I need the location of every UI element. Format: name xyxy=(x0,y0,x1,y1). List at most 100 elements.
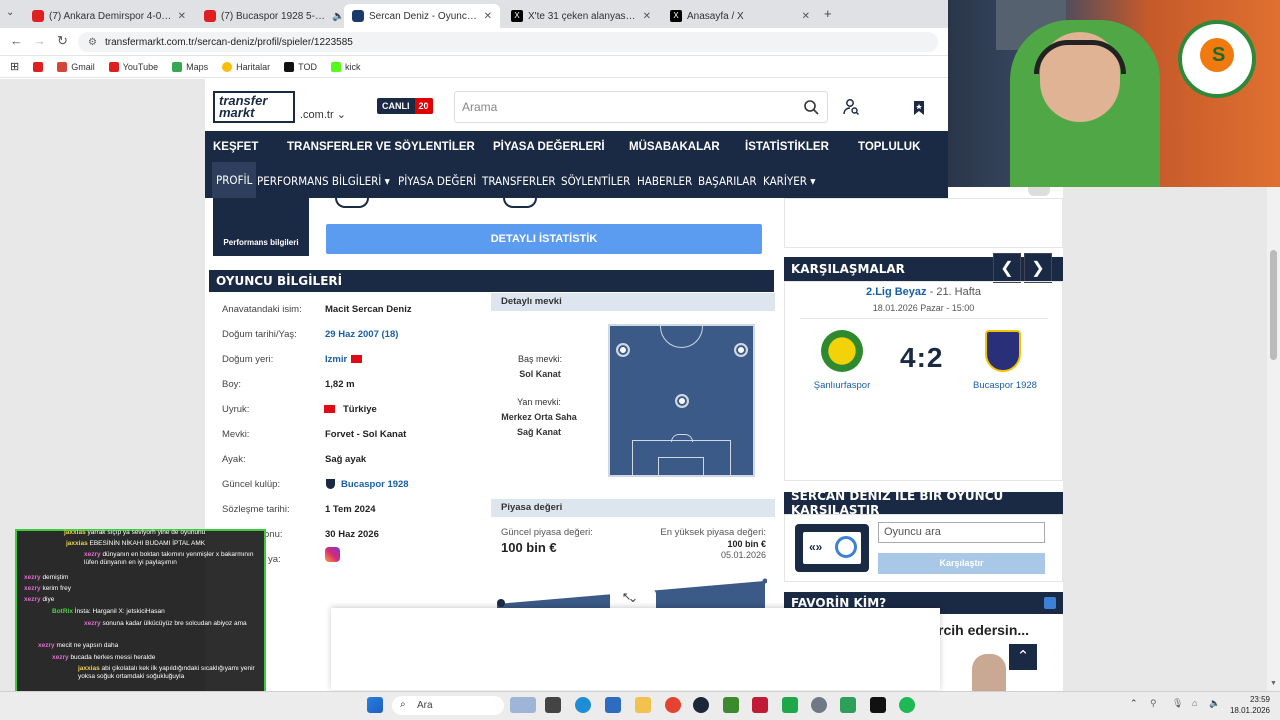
browser-tab[interactable]: X X'te 31 çeken alanyaspor: "@al ✕ xyxy=(503,4,659,28)
nav-topluluk[interactable]: TOPLULUK xyxy=(858,141,920,153)
tab-search-icon[interactable]: ⌄ xyxy=(6,7,14,18)
youtube-icon xyxy=(204,10,216,22)
reload-icon[interactable]: ↻ xyxy=(57,33,68,49)
close-icon[interactable]: ✕ xyxy=(484,11,492,22)
subnav-transferler[interactable]: TRANSFERLER xyxy=(482,174,556,188)
store-icon[interactable] xyxy=(605,697,621,713)
browser-tab[interactable]: (7) Bucaspor 1928 5-0 Kara 🔈 ✕ xyxy=(196,4,366,28)
instagram-icon[interactable] xyxy=(325,547,340,562)
info-label: ya: xyxy=(268,554,281,565)
minecraft-icon[interactable] xyxy=(723,697,739,713)
tab-title: (7) Bucaspor 1928 5-0 Kara xyxy=(221,10,327,22)
performance-card[interactable]: Performans bilgileri xyxy=(213,198,309,256)
birthdate-link[interactable]: 29 Haz 2007 (18) xyxy=(325,329,398,340)
transfermarkt-logo[interactable]: transfer markt xyxy=(213,91,295,123)
subnav-basarilar[interactable]: BAŞARILAR xyxy=(698,174,757,188)
side-position-value: Sağ Kanat xyxy=(516,427,561,437)
settings-icon[interactable] xyxy=(811,697,827,713)
search-input[interactable]: Arama xyxy=(454,91,828,123)
pin-icon xyxy=(222,61,233,72)
scroll-down-icon[interactable]: ▼ xyxy=(1270,680,1277,687)
domain-selector[interactable]: .com.tr ⌄ xyxy=(300,108,346,121)
spotify-icon[interactable] xyxy=(899,697,915,713)
away-team-link[interactable]: Bucaspor 1928 xyxy=(960,380,1050,391)
site-info-icon[interactable]: ⚙ xyxy=(88,37,97,48)
task-view-icon[interactable] xyxy=(545,697,561,713)
detailed-stats-button[interactable]: DETAYLI İSTATİSTİK xyxy=(326,224,762,254)
close-icon[interactable]: ✕ xyxy=(178,11,186,22)
chrome-icon[interactable] xyxy=(665,697,681,713)
search-icon[interactable] xyxy=(803,99,819,115)
volume-icon[interactable]: 🔈 xyxy=(1209,698,1220,709)
subnav-soylentiler[interactable]: SÖYLENTİLER xyxy=(561,174,630,188)
clock-date: 18.01.2026 xyxy=(1229,706,1270,715)
bookmark-tod[interactable]: TOD xyxy=(284,61,317,72)
player-info-header: OYUNCU BİLGİLERİ xyxy=(209,270,774,292)
player-photo xyxy=(972,654,1006,691)
subnav-profil[interactable]: PROFİL xyxy=(212,162,257,198)
back-icon[interactable]: ← xyxy=(10,33,23,48)
browser-tab[interactable]: (7) Ankara Demirspor 4-0 Mard ✕ xyxy=(24,4,194,28)
steam-icon[interactable] xyxy=(693,697,709,713)
compare-button[interactable]: Karşılaştır xyxy=(878,553,1045,574)
obs-icon[interactable] xyxy=(870,697,886,713)
mute-icon[interactable]: 🔈 xyxy=(332,11,344,22)
bookmark-youtube[interactable]: YouTube xyxy=(108,61,158,72)
subnav-kariyer[interactable]: KARİYER ▾ xyxy=(763,174,815,188)
windows-start-icon[interactable] xyxy=(367,697,383,713)
riot-icon[interactable] xyxy=(752,697,768,713)
subnav-haberler[interactable]: HABERLER xyxy=(637,174,692,188)
tray-chevron-icon[interactable]: ⌃ xyxy=(1130,698,1138,709)
widgets-icon[interactable] xyxy=(510,697,536,713)
bookmark-haritalar[interactable]: Haritalar xyxy=(222,61,270,72)
birthplace-link[interactable]: Izmir xyxy=(325,354,366,365)
url-field[interactable]: ⚙ transfermarkt.com.tr/sercan-deniz/prof… xyxy=(78,32,938,52)
app-icon[interactable] xyxy=(782,697,798,713)
bucaspor-crest-icon[interactable] xyxy=(985,330,1021,372)
bookmark-gmail[interactable]: Gmail xyxy=(57,61,95,72)
nav-transferler[interactable]: TRANSFERLER VE SÖYLENTİLER xyxy=(287,141,475,153)
position-title: Detaylı mevki xyxy=(501,296,562,307)
browser-tab-active[interactable]: Sercan Deniz - Oyuncu profili 2 ✕ xyxy=(344,4,500,28)
close-icon[interactable]: ✕ xyxy=(802,11,810,22)
club-link[interactable]: Bucaspor 1928 xyxy=(326,479,409,490)
home-team-link[interactable]: Şanlıurfaspor xyxy=(797,380,887,391)
nav-piyasa-degerleri[interactable]: PİYASA DEĞERLERİ xyxy=(493,141,605,153)
microphone-icon[interactable]: 🎙 xyxy=(1172,698,1183,709)
apps-icon[interactable]: ⊞ xyxy=(10,60,19,73)
forward-icon[interactable]: → xyxy=(33,33,46,48)
bookmark-maps[interactable]: Maps xyxy=(172,61,208,72)
taskbar-clock[interactable]: 23:59 18.01.2026 xyxy=(1224,694,1270,716)
player-search-placeholder: Oyuncu ara xyxy=(884,526,941,538)
sanliurfaspor-crest-icon[interactable] xyxy=(821,330,863,372)
file-explorer-icon[interactable] xyxy=(635,697,651,713)
nav-istatistikler[interactable]: İSTATİSTİKLER xyxy=(745,141,829,153)
bookmark-label: kick xyxy=(344,61,361,72)
live-button[interactable]: CANLI 20 xyxy=(377,98,433,114)
nav-kesfet[interactable]: KEŞFET xyxy=(213,141,258,153)
prev-match-button[interactable]: ❮ xyxy=(993,253,1021,283)
league-link[interactable]: 2.Lig Beyaz xyxy=(866,286,927,298)
nav-musabakalar[interactable]: MÜSABAKALAR xyxy=(629,141,720,153)
close-icon[interactable]: ✕ xyxy=(643,11,651,22)
match-score[interactable]: 4:2 xyxy=(900,342,943,374)
scrollbar-thumb[interactable] xyxy=(1270,250,1277,360)
bookmark-youtube-short[interactable] xyxy=(33,61,44,72)
subnav-piyasa-degeri[interactable]: PİYASA DEĞERİ xyxy=(398,174,476,188)
tray-app-icon[interactable]: ⚲ xyxy=(1150,698,1157,709)
browser-tab[interactable]: X Anasayfa / X ✕ xyxy=(662,4,818,28)
bookmark-kick[interactable]: kick xyxy=(330,61,361,72)
user-search-icon[interactable] xyxy=(842,98,860,116)
bookmark-icon[interactable] xyxy=(912,100,926,116)
ad-collapse-button[interactable]: ⌄ xyxy=(610,590,656,608)
taskbar-search[interactable]: Ara xyxy=(392,696,504,715)
new-tab-button[interactable]: + xyxy=(824,6,832,21)
next-match-button[interactable]: ❯ xyxy=(1024,253,1052,283)
notepad-icon[interactable] xyxy=(840,697,856,713)
edge-icon[interactable] xyxy=(575,697,591,713)
refresh-icon[interactable] xyxy=(1044,597,1056,609)
subnav-performans[interactable]: PERFORMANS BİLGİLERİ ▾ xyxy=(257,174,390,188)
player-search-input[interactable]: Oyuncu ara xyxy=(878,522,1045,543)
scroll-top-button[interactable]: ⌃ xyxy=(1009,644,1037,670)
network-icon[interactable]: ⌂ xyxy=(1192,698,1197,708)
